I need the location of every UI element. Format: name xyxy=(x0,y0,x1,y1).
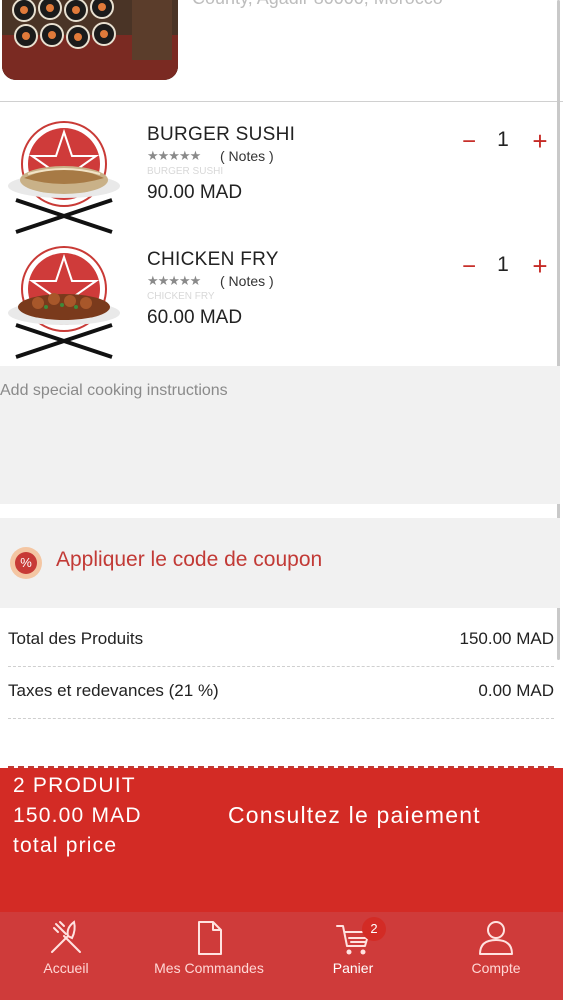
products-total-row: Total des Produits 150.00 MAD xyxy=(8,615,554,667)
item-name: CHICKEN FRY xyxy=(147,249,279,270)
cart-item: BURGER SUSHI ★★★★★ ( Notes ) BURGER SUSH… xyxy=(0,120,563,244)
checkout-total: 150.00 MAD xyxy=(13,804,142,827)
percent-glyph: % xyxy=(15,552,37,574)
nav-item-panier[interactable]: Panier xyxy=(290,912,416,1000)
restaurant-header: County, Agadir 80000, Morocco xyxy=(0,0,563,102)
restaurant-address: County, Agadir 80000, Morocco xyxy=(192,0,443,9)
bottom-navigation: Accueil Mes Commandes Panier Compte xyxy=(0,912,563,1000)
products-total-label: Total des Produits xyxy=(8,629,144,648)
cart-count-badge: 2 xyxy=(362,917,386,941)
notes-link[interactable]: ( Notes ) xyxy=(220,273,274,289)
taxes-row: Taxes et redevances (21 %) 0.00 MAD xyxy=(8,667,554,719)
item-subtitle: CHICKEN FRY xyxy=(147,291,215,302)
nav-label: Compte xyxy=(471,960,521,976)
quantity-value: 1 xyxy=(497,128,509,151)
products-total-value: 150.00 MAD xyxy=(459,629,555,648)
item-name: BURGER SUSHI xyxy=(147,124,296,145)
increase-quantity-button[interactable]: + xyxy=(528,126,552,157)
cooking-instructions-field[interactable]: Add special cooking instructions xyxy=(0,366,560,504)
notes-link[interactable]: ( Notes ) xyxy=(220,148,274,164)
cart-page: County, Agadir 80000, Morocco BURGER SUS… xyxy=(0,0,563,1000)
decrease-quantity-button[interactable]: − xyxy=(458,253,480,281)
instructions-placeholder: Add special cooking instructions xyxy=(0,382,228,399)
coupon-label: Appliquer le code de coupon xyxy=(56,548,323,571)
document-icon xyxy=(198,921,222,955)
restaurant-thumbnail xyxy=(2,0,178,80)
nav-item-mes-commandes[interactable]: Mes Commandes xyxy=(140,912,278,1000)
nav-item-accueil[interactable]: Accueil xyxy=(0,912,132,1000)
item-price: 90.00 MAD xyxy=(147,182,243,203)
fork-knife-icon xyxy=(51,920,81,953)
user-icon xyxy=(479,921,513,955)
increase-quantity-button[interactable]: + xyxy=(528,251,552,282)
quantity-value: 1 xyxy=(497,253,509,276)
item-subtitle: BURGER SUSHI xyxy=(147,166,224,177)
checkout-bar[interactable]: 2 PRODUIT 150.00 MAD total price Consult… xyxy=(0,768,563,912)
nav-label: Accueil xyxy=(43,960,89,976)
apply-coupon-button[interactable]: % Appliquer le code de coupon xyxy=(0,518,560,608)
percent-badge-icon: % xyxy=(10,547,42,579)
view-payment-button[interactable]: Consultez le paiement xyxy=(228,802,481,829)
taxes-value: 0.00 MAD xyxy=(478,681,554,700)
chicken-fry-dish-image xyxy=(6,245,122,361)
decrease-quantity-button[interactable]: − xyxy=(458,128,480,156)
taxes-label: Taxes et redevances (21 %) xyxy=(8,681,219,700)
item-price: 60.00 MAD xyxy=(147,307,243,328)
nav-item-compte[interactable]: Compte xyxy=(430,912,562,1000)
cart-item: CHICKEN FRY ★★★★★ ( Notes ) CHICKEN FRY … xyxy=(0,245,563,369)
rating-stars: ★★★★★ xyxy=(147,273,201,288)
burger-sushi-dish-image xyxy=(6,120,122,236)
nav-label: Mes Commandes xyxy=(154,960,264,976)
product-count: 2 PRODUIT xyxy=(13,774,136,797)
rating-stars: ★★★★★ xyxy=(147,148,201,163)
total-price-caption: total price xyxy=(13,834,118,857)
nav-label: Panier xyxy=(332,960,374,976)
